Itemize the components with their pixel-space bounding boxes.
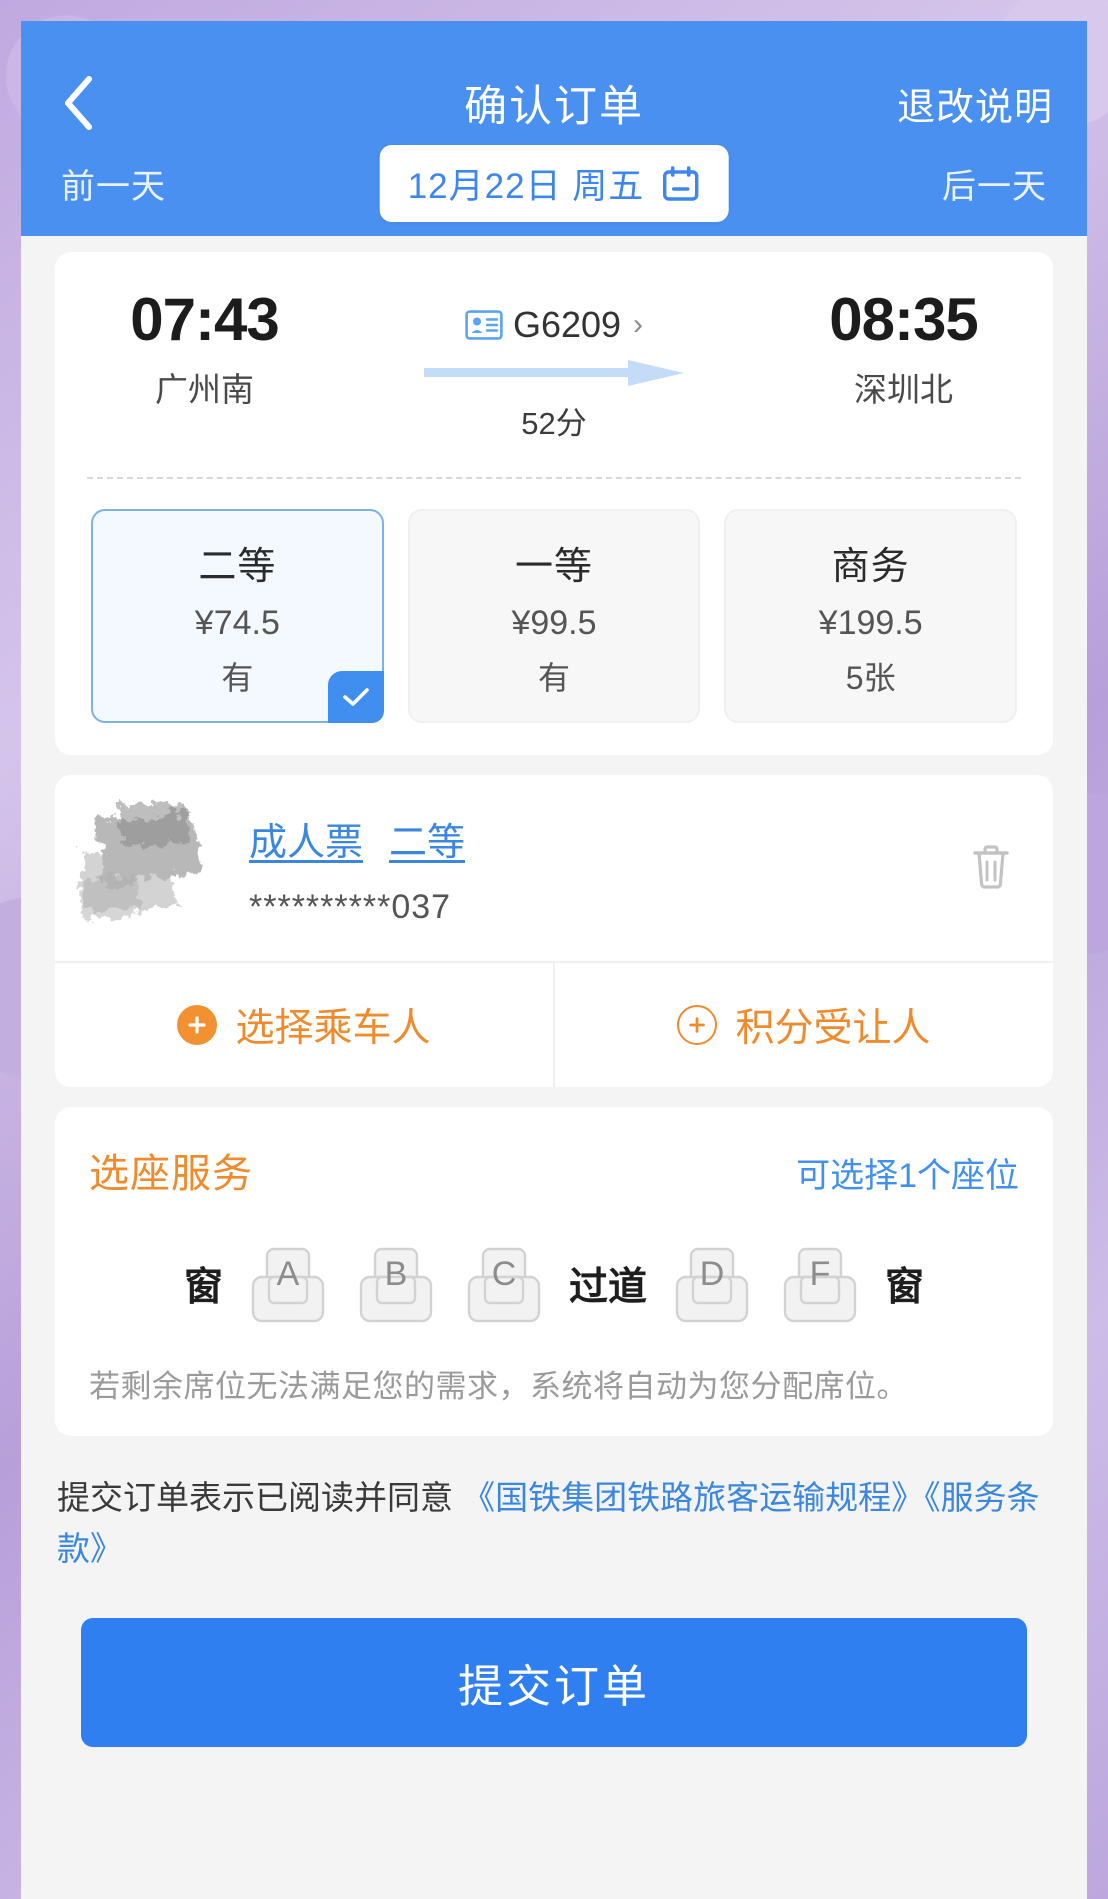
chevron-left-icon[interactable] (55, 76, 101, 130)
seat-class-price: ¥199.5 (818, 604, 923, 642)
plus-circle-outline-icon (677, 1005, 718, 1045)
seat-button-b[interactable]: B (353, 1241, 439, 1327)
seat-service-title: 选座服务 (89, 1152, 253, 1196)
trash-icon[interactable] (969, 842, 1019, 897)
chevron-right-icon: › (633, 308, 644, 341)
seat-class-option-second[interactable]: 二等 ¥74.5 有 (91, 509, 384, 723)
prev-day-button[interactable]: 前一天 (61, 159, 166, 208)
check-icon (327, 671, 384, 723)
seat-service-note: 若剩余席位无法满足您的需求，系统将自动为您分配席位。 (89, 1369, 908, 1404)
arrival-station: 深圳北 (854, 371, 953, 408)
select-passenger-button[interactable]: 选择乘车人 (55, 963, 553, 1087)
seat-class-options: 二等 ¥74.5 有 一等 ¥99.5 有 商务 ¥199.5 5张 (55, 479, 1053, 727)
passenger-id-number: **********037 (249, 888, 452, 926)
svg-text:F: F (810, 1255, 831, 1293)
window-label-right: 窗 (885, 1266, 925, 1309)
date-selector-bar: 前一天 12月22日 周五 后一天 (21, 141, 1087, 222)
seat-service-card: 选座服务 可选择1个座位 窗 A B C 过道 D F 窗 若剩余席位无法满足您… (55, 1107, 1053, 1436)
train-number-label: G6209 (512, 304, 622, 345)
train-info-block[interactable]: G6209 › 52分 (332, 288, 776, 443)
seat-picker: 窗 A B C 过道 D F 窗 (89, 1241, 1019, 1327)
passenger-actions: 选择乘车人 积分受让人 (55, 961, 1053, 1087)
date-picker-button[interactable]: 12月22日 周五 (379, 145, 729, 222)
svg-text:A: A (277, 1255, 300, 1293)
trip-duration: 52分 (521, 406, 587, 441)
refund-policy-link[interactable]: 退改说明 (897, 76, 1053, 131)
page-header: 确认订单 退改说明 前一天 12月22日 周五 后一天 (21, 21, 1087, 236)
agreement-prefix: 提交订单表示已阅读并同意 (57, 1479, 463, 1516)
seat-class-stock: 5张 (845, 660, 896, 696)
seat-service-header: 选座服务 可选择1个座位 (89, 1141, 1019, 1199)
seat-class-name: 商务 (831, 546, 910, 588)
id-card-icon (465, 310, 503, 340)
seat-class-name: 二等 (198, 546, 277, 588)
passenger-seat-class-link[interactable]: 二等 (389, 811, 465, 866)
departure-time: 07:43 (130, 286, 279, 353)
seat-button-a[interactable]: A (245, 1241, 331, 1327)
passenger-card: 成人票 二等 **********037 选择乘车人 积分受让人 (55, 775, 1053, 1087)
aisle-label: 过道 (568, 1266, 647, 1309)
window-label-left: 窗 (183, 1266, 223, 1309)
select-passenger-label: 选择乘车人 (235, 1007, 431, 1050)
seat-class-option-first[interactable]: 一等 ¥99.5 有 (407, 509, 701, 723)
svg-text:D: D (700, 1255, 725, 1293)
trip-card: 07:43 广州南 G6209 › 52分 08:35 深圳北 二等 ¥74.5… (55, 252, 1053, 755)
passenger-row: 成人票 二等 **********037 (55, 775, 1053, 961)
seat-button-f[interactable]: F (777, 1241, 863, 1327)
seat-class-price: ¥74.5 (194, 604, 280, 642)
transport-regulation-link[interactable]: 《国铁集团铁路旅客运输规程》 (462, 1479, 924, 1516)
seat-class-name: 一等 (515, 546, 594, 588)
trip-summary-row: 07:43 广州南 G6209 › 52分 08:35 深圳北 (55, 288, 1053, 443)
passenger-info: 成人票 二等 **********037 (89, 811, 969, 927)
seat-class-price: ¥99.5 (511, 604, 597, 642)
seat-class-stock: 有 (538, 660, 571, 696)
nav-bar: 确认订单 退改说明 (21, 65, 1087, 141)
departure-station: 广州南 (155, 371, 254, 408)
next-day-button[interactable]: 后一天 (942, 159, 1047, 208)
seat-button-d[interactable]: D (669, 1241, 755, 1327)
seat-availability-label[interactable]: 可选择1个座位 (796, 1148, 1019, 1197)
selected-date-label: 12月22日 周五 (407, 167, 645, 206)
points-transferee-label: 积分受让人 (735, 1007, 931, 1050)
plus-circle-filled-icon (177, 1005, 218, 1045)
seat-class-option-business[interactable]: 商务 ¥199.5 5张 (724, 509, 1018, 723)
submit-order-button[interactable]: 提交订单 (81, 1618, 1027, 1748)
svg-text:C: C (492, 1255, 517, 1293)
departure-block: 07:43 广州南 (77, 288, 332, 411)
arrival-block: 08:35 深圳北 (776, 288, 1031, 411)
submit-area: 提交订单 (21, 1574, 1087, 1748)
passenger-tags: 成人票 二等 (249, 811, 969, 866)
route-arrow-icon (424, 360, 684, 386)
train-number-row[interactable]: G6209 › (465, 304, 643, 346)
arrival-time: 08:35 (829, 286, 978, 353)
phone-screen: 确认订单 退改说明 前一天 12月22日 周五 后一天 07:43 广州南 G6… (21, 21, 1087, 1899)
ticket-type-link[interactable]: 成人票 (249, 811, 363, 866)
svg-text:B: B (385, 1255, 408, 1293)
points-transferee-button[interactable]: 积分受让人 (553, 963, 1053, 1087)
seat-button-c[interactable]: C (461, 1241, 547, 1327)
calendar-icon (660, 164, 700, 204)
agreement-text: 提交订单表示已阅读并同意 《国铁集团铁路旅客运输规程》《服务条款》 (21, 1456, 1087, 1574)
